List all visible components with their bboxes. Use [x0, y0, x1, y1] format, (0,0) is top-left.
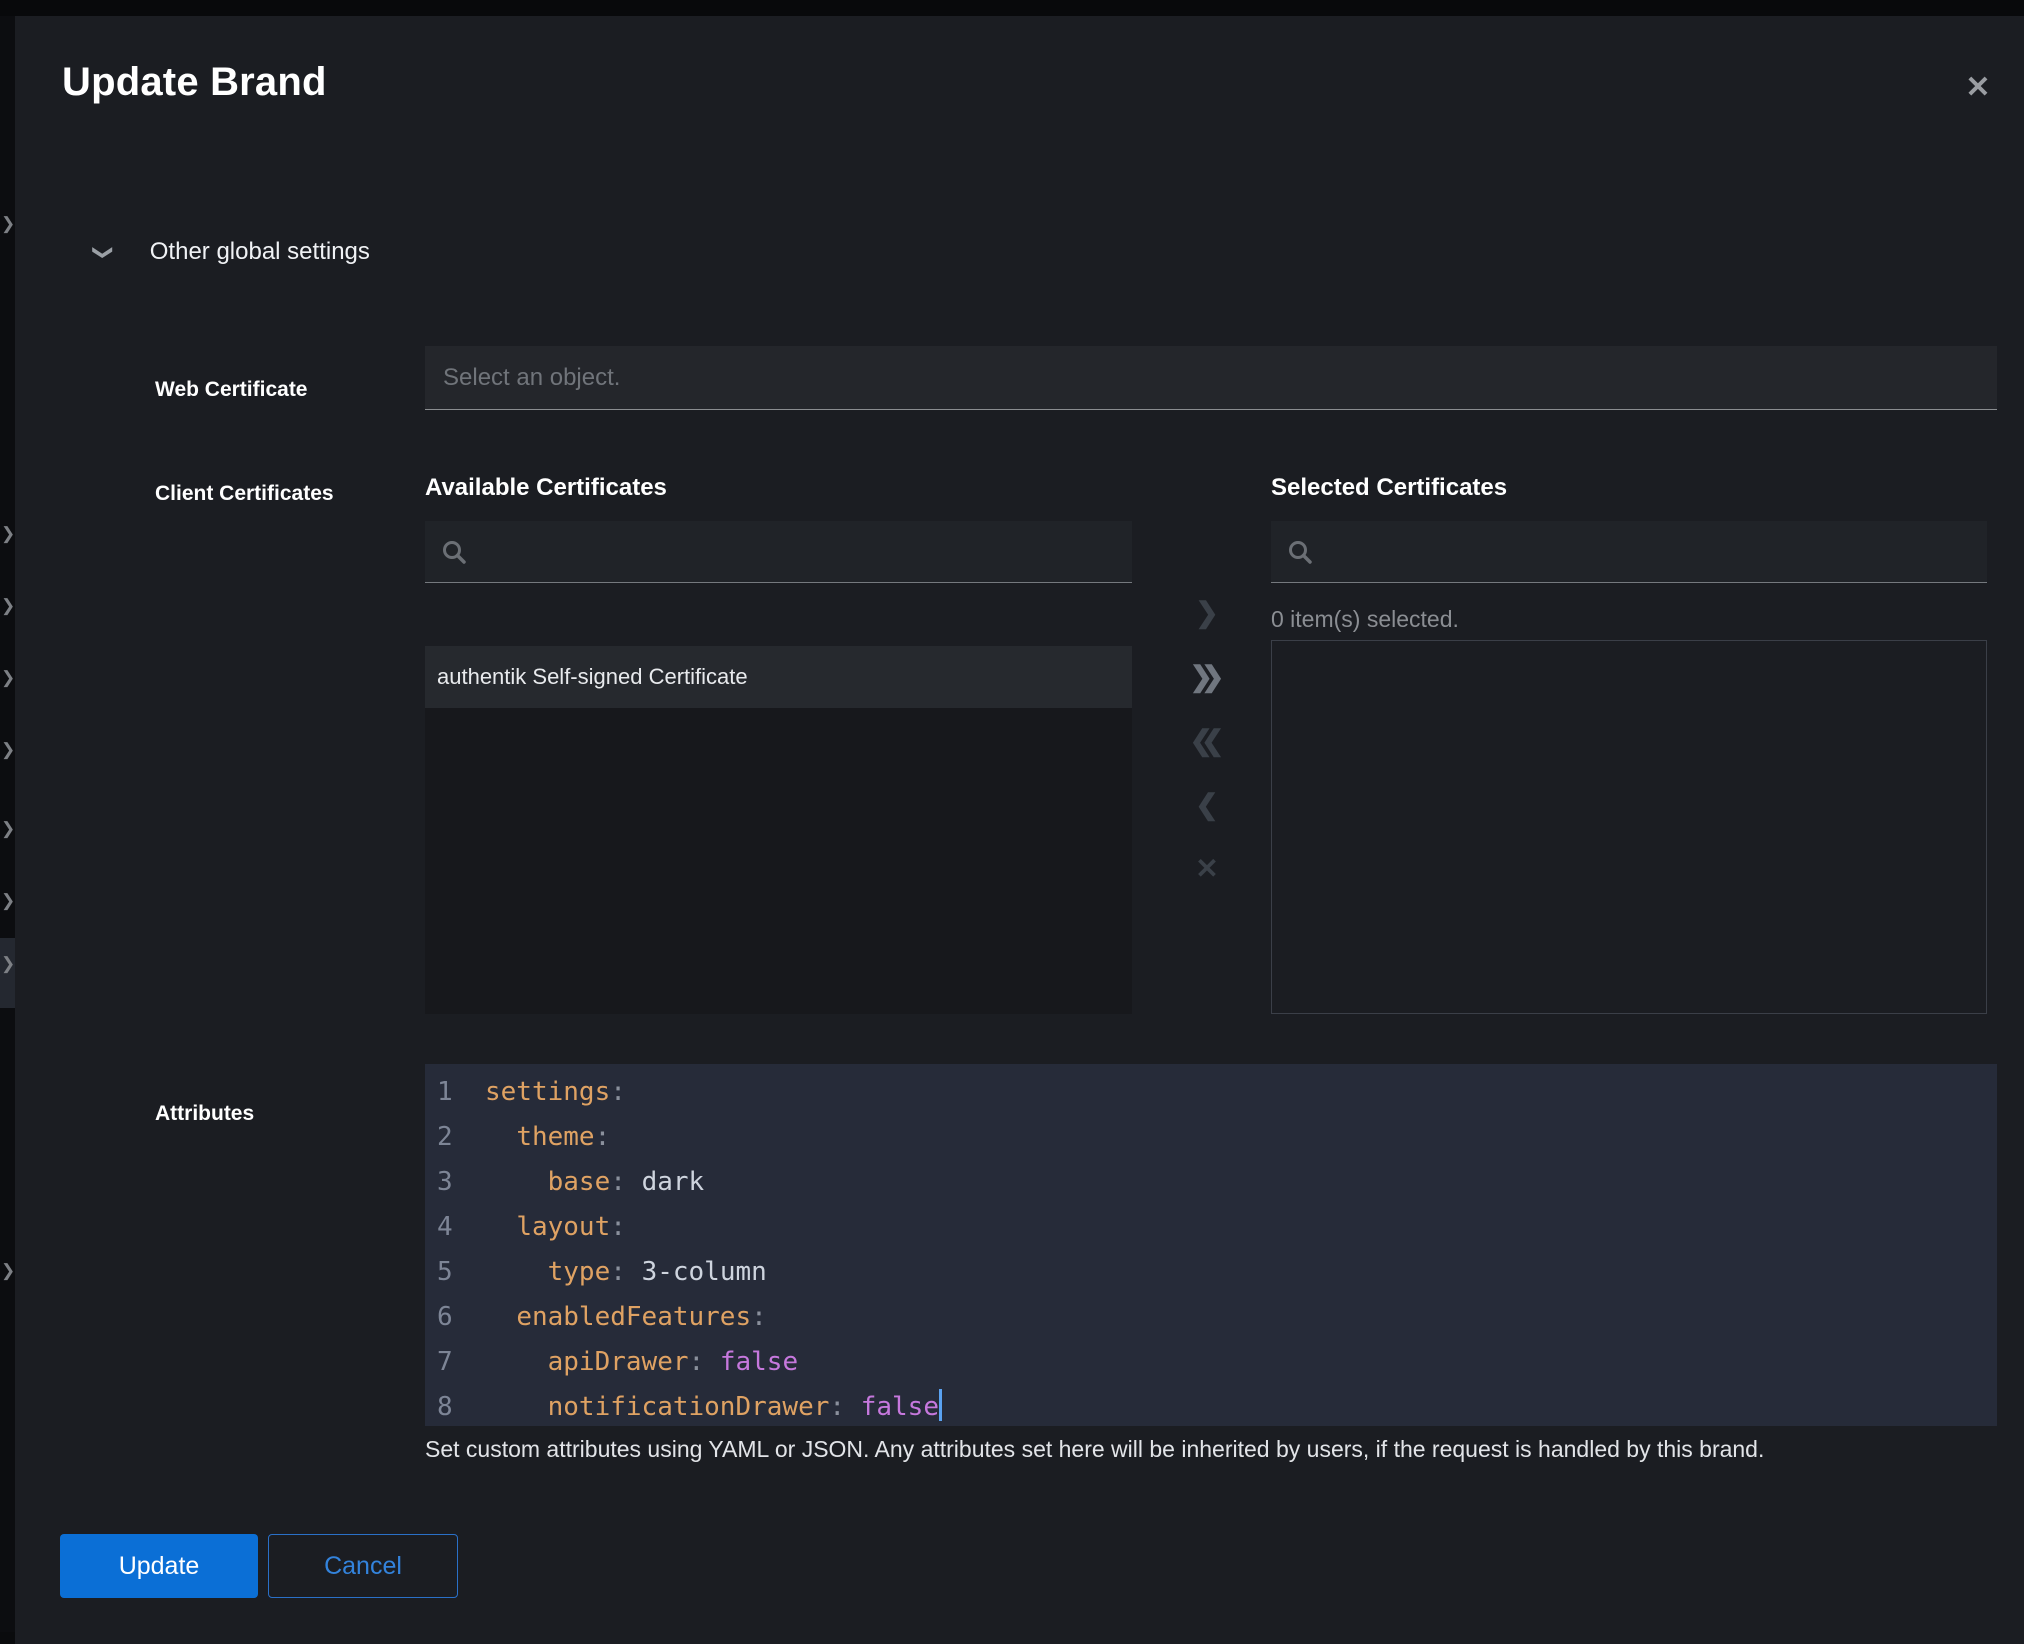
- sidebar-active-row-sliver: [0, 938, 15, 1008]
- chevron-down-icon: ❯: [91, 244, 116, 261]
- chevron-right-icon: ❯: [1, 741, 15, 758]
- code-line: 3 base: dark: [437, 1160, 1997, 1205]
- text-cursor: [939, 1389, 942, 1421]
- close-icon[interactable]: ✕: [1958, 68, 1998, 108]
- chevron-right-icon: ❯: [1, 669, 15, 686]
- window-top-bar: [0, 0, 2024, 16]
- selected-search-box: [1271, 521, 1987, 583]
- client-certificates-label: Client Certificates: [155, 482, 334, 506]
- move-selected-left-button[interactable]: ❮: [1195, 784, 1218, 826]
- selected-certificates-heading: Selected Certificates: [1271, 474, 1507, 502]
- move-all-right-button[interactable]: ❯❯: [1190, 656, 1225, 698]
- code-line: 5 type: 3-column: [437, 1250, 1997, 1295]
- move-selected-right-button[interactable]: ❯: [1195, 592, 1218, 634]
- move-all-left-button[interactable]: ❮❮: [1190, 720, 1225, 762]
- attributes-code-editor[interactable]: 1settings:2 theme:3 base: dark4 layout:5…: [425, 1064, 1997, 1426]
- available-search-input[interactable]: [481, 539, 1116, 565]
- attributes-label: Attributes: [155, 1102, 254, 1126]
- chevron-right-icon: ❯: [1, 597, 15, 614]
- transfer-buttons-column: ❯❯❯❮❮❮✕: [1167, 592, 1247, 890]
- code-line: 2 theme:: [437, 1115, 1997, 1160]
- web-certificate-select[interactable]: [425, 346, 1997, 410]
- selected-search-input[interactable]: [1327, 539, 1971, 565]
- code-line: 4 layout:: [437, 1205, 1997, 1250]
- code-line: 6 enabledFeatures:: [437, 1295, 1997, 1340]
- search-icon: [1287, 539, 1313, 565]
- web-certificate-label: Web Certificate: [155, 378, 308, 402]
- chevron-right-icon: ❯: [1, 215, 15, 232]
- cancel-button[interactable]: Cancel: [268, 1534, 458, 1598]
- available-certificates-heading: Available Certificates: [425, 474, 667, 502]
- code-line: 1settings:: [437, 1070, 1997, 1115]
- update-brand-modal: Update Brand ✕ ❯ Other global settings W…: [15, 16, 2024, 1644]
- chevron-right-icon: ❯: [1, 1262, 15, 1279]
- certificate-list-item[interactable]: authentik Self-signed Certificate: [425, 646, 1132, 708]
- chevron-right-icon: ❯: [1, 820, 15, 837]
- code-line: 7 apiDrawer: false: [437, 1340, 1997, 1385]
- available-certificates-list: authentik Self-signed Certificate: [425, 646, 1132, 1014]
- selected-certificates-list: [1271, 640, 1987, 1014]
- search-icon: [441, 539, 467, 565]
- code-line: 8 notificationDrawer: false: [437, 1385, 1997, 1426]
- modal-title: Update Brand: [62, 60, 327, 105]
- clear-selection-button[interactable]: ✕: [1195, 848, 1218, 890]
- background-sidebar-sliver: ❯ ❯ ❯ ❯ ❯ ❯ ❯ ❯ ❯: [0, 16, 15, 1632]
- attributes-help-text: Set custom attributes using YAML or JSON…: [425, 1436, 1985, 1463]
- section-toggle-other-global-settings[interactable]: ❯ Other global settings: [95, 238, 370, 266]
- available-search-box: [425, 521, 1132, 583]
- selected-count-status: 0 item(s) selected.: [1271, 606, 1459, 633]
- chevron-right-icon: ❯: [1, 525, 15, 542]
- chevron-right-icon: ❯: [1, 892, 15, 909]
- section-label: Other global settings: [150, 238, 370, 266]
- update-button[interactable]: Update: [60, 1534, 258, 1598]
- chevron-right-icon: ❯: [1, 955, 15, 972]
